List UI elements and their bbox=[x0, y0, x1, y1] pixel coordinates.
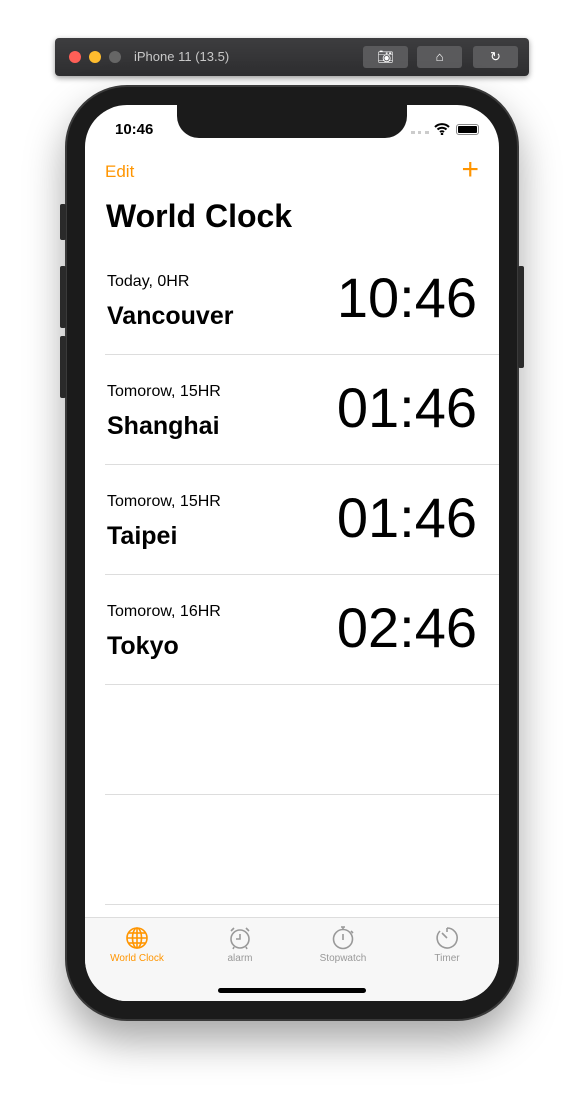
mute-switch bbox=[60, 204, 66, 240]
timer-icon bbox=[436, 927, 458, 949]
empty-row bbox=[105, 685, 499, 795]
close-button[interactable] bbox=[69, 51, 81, 63]
clock-city: Tokyo bbox=[107, 632, 179, 660]
home-button[interactable]: ⌂ bbox=[417, 46, 462, 68]
tab-stopwatch[interactable]: Stopwatch bbox=[293, 926, 393, 964]
clock-time: 10:46 bbox=[336, 266, 477, 329]
clock-time: 02:46 bbox=[336, 596, 477, 659]
globe-icon bbox=[126, 927, 148, 949]
screen: 10:46 Edit + World Clock Today, 0HR Vanco… bbox=[85, 105, 499, 1001]
tab-timer[interactable]: Timer bbox=[397, 926, 497, 964]
camera-icon: 📷︎ bbox=[377, 49, 394, 64]
rotate-button[interactable]: ↻ bbox=[473, 46, 518, 68]
clock-city: Vancouver bbox=[107, 302, 234, 330]
home-icon: ⌂ bbox=[435, 49, 444, 64]
status-time: 10:46 bbox=[115, 121, 154, 138]
clock-row[interactable]: Tomorow, 16HR Tokyo 02:46 bbox=[105, 575, 499, 685]
page-title: World Clock bbox=[106, 198, 293, 234]
simulator-toolbar: iPhone 11 (13.5) 📷︎ ⌂ ↻ bbox=[55, 38, 529, 76]
volume-down-button bbox=[60, 336, 66, 398]
battery-icon bbox=[456, 124, 479, 135]
tab-label: alarm bbox=[227, 953, 253, 964]
power-button bbox=[518, 266, 524, 368]
clock-offset: Today, 0HR bbox=[107, 273, 190, 290]
clock-offset: Tomorow, 16HR bbox=[107, 603, 221, 620]
home-indicator[interactable] bbox=[218, 988, 366, 993]
rotate-icon: ↻ bbox=[490, 49, 501, 64]
clock-offset: Tomorow, 15HR bbox=[107, 383, 221, 400]
screenshot-button[interactable]: 📷︎ bbox=[363, 46, 408, 68]
signal-icon bbox=[411, 131, 429, 134]
zoom-button[interactable] bbox=[109, 51, 121, 63]
clock-row[interactable]: Tomorow, 15HR Taipei 01:46 bbox=[105, 465, 499, 575]
clock-time: 01:46 bbox=[336, 486, 477, 549]
clock-offset: Tomorow, 15HR bbox=[107, 493, 221, 510]
clock-city: Shanghai bbox=[107, 412, 220, 440]
window-title: iPhone 11 (13.5) bbox=[134, 49, 230, 64]
add-clock-button[interactable]: + bbox=[461, 153, 479, 187]
edit-button[interactable]: Edit bbox=[105, 162, 134, 182]
clock-row[interactable]: Today, 0HR Vancouver 10:46 bbox=[105, 245, 499, 355]
tab-world-clock[interactable]: World Clock bbox=[87, 926, 187, 964]
tab-label: Stopwatch bbox=[319, 953, 367, 964]
empty-row bbox=[105, 795, 499, 905]
stopwatch-icon bbox=[332, 926, 354, 950]
clock-city: Taipei bbox=[107, 522, 178, 550]
tab-label: World Clock bbox=[110, 953, 164, 964]
minimize-button[interactable] bbox=[89, 51, 101, 63]
notch bbox=[177, 105, 407, 138]
clock-time: 01:46 bbox=[336, 376, 477, 439]
tab-alarm[interactable]: alarm bbox=[190, 926, 290, 964]
alarm-clock-icon bbox=[230, 927, 250, 950]
clock-row[interactable]: Tomorow, 15HR Shanghai 01:46 bbox=[105, 355, 499, 465]
volume-up-button bbox=[60, 266, 66, 328]
wifi-icon bbox=[434, 123, 450, 135]
tab-label: Timer bbox=[434, 953, 460, 964]
